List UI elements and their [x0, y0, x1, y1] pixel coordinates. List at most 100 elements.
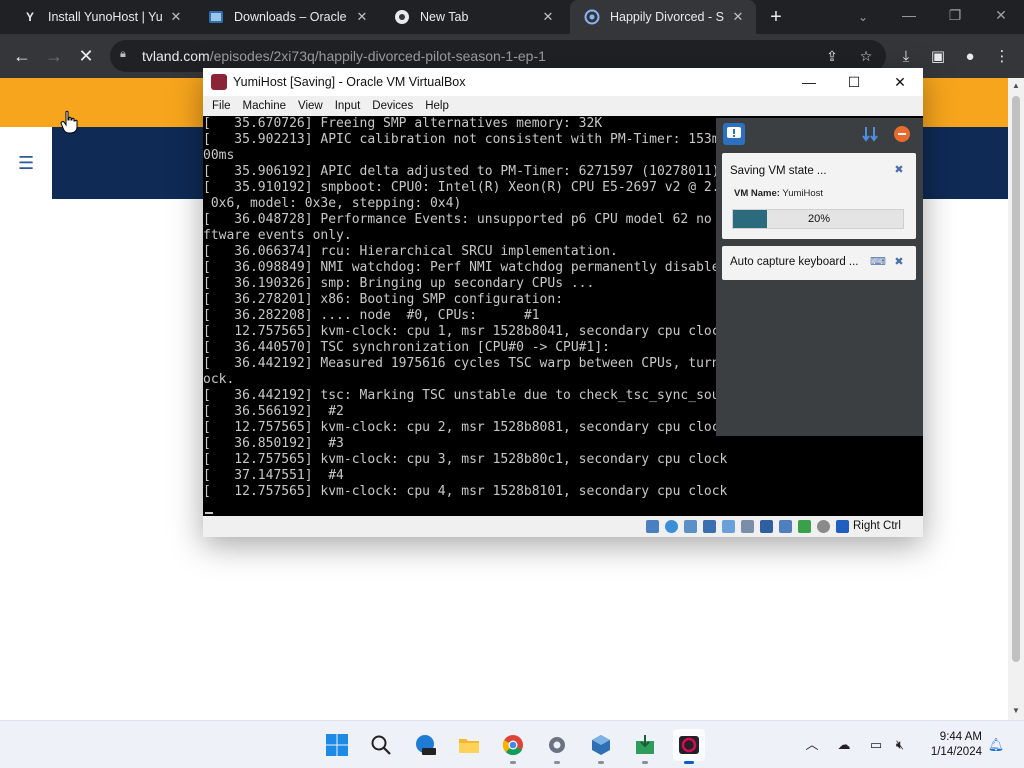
tab-title: Downloads – Oracle V [234, 10, 348, 24]
bookmark-star-icon[interactable]: ☆ [856, 46, 876, 66]
scroll-up-icon[interactable]: ▲ [1011, 81, 1021, 91]
virtualbox-icon [208, 9, 224, 25]
volume-muted-icon[interactable]: 🔇︎ [890, 735, 910, 755]
vm-window-taskbar-icon[interactable] [673, 729, 705, 764]
virtualbox-taskbar-icon[interactable] [585, 729, 617, 764]
host-key-label: Right Ctrl [853, 520, 901, 532]
vt-x-icon[interactable] [798, 520, 811, 533]
keyboard-capture-icon[interactable]: ⌨ [870, 255, 886, 269]
save-progress-bar: 20% [732, 209, 904, 229]
chrome-taskbar-icon[interactable] [497, 729, 529, 764]
display-icon[interactable] [760, 520, 773, 533]
vbox-menu-bar: File Machine View Input Devices Help [203, 96, 923, 116]
page-scrollbar[interactable]: ▲ ▼ [1008, 78, 1024, 720]
restore-icon[interactable]: ❐ [932, 0, 978, 30]
shared-folders-icon[interactable] [741, 520, 754, 533]
running-indicator [510, 761, 516, 764]
tab-downloads-oracle[interactable]: Downloads – Oracle V ✕ [194, 0, 380, 34]
auto-capture-keyboard-notification: Auto capture keyboard ... ⌨ ✖ [722, 246, 916, 280]
vbox-minimize-icon[interactable]: — [786, 68, 832, 96]
vm-name-value: YumiHost [782, 188, 824, 199]
edge-dev-icon[interactable] [409, 729, 441, 761]
close-notification-icon[interactable]: ✖ [892, 255, 906, 269]
profile-icon[interactable]: ● [959, 46, 981, 68]
vbox-window-title: YumiHost [Saving] - Oracle VM VirtualBox [233, 75, 466, 89]
show-hidden-icons-icon[interactable]: ︿ [802, 735, 822, 755]
hard-disk-icon[interactable] [665, 520, 678, 533]
menu-help[interactable]: Help [425, 100, 449, 112]
tab-title: Install YunoHost | Yuno [48, 10, 162, 24]
new-tab-button[interactable]: + [764, 6, 788, 28]
chrome-icon [394, 9, 410, 25]
url-text: tvland.com/episodes/2xi73q/happily-divor… [142, 48, 546, 64]
chrome-menu-icon[interactable]: ⋮ [991, 46, 1013, 68]
menu-machine[interactable]: Machine [243, 100, 286, 112]
notification-center-icon[interactable] [723, 123, 745, 145]
tab-search-icon[interactable]: ⌄ [852, 6, 874, 28]
console-cursor [205, 512, 213, 514]
network-icon[interactable] [703, 520, 716, 533]
tab-title: New Tab [420, 10, 469, 24]
close-tab-icon[interactable]: ✕ [730, 9, 746, 25]
browser-tab-strip: Y Install YunoHost | Yuno ✕ Downloads – … [0, 0, 1024, 34]
vbox-maximize-icon[interactable]: ☐ [831, 68, 877, 96]
downloads-icon[interactable]: ⤓ [895, 46, 917, 68]
close-tab-icon[interactable]: ✕ [168, 9, 184, 25]
forward-icon[interactable]: → [40, 42, 68, 70]
notifications-bell-icon[interactable]: 🔔︎ [986, 735, 1006, 755]
share-icon[interactable]: ⇪ [822, 46, 842, 66]
app-installer-icon[interactable] [629, 729, 661, 764]
recording-icon[interactable] [779, 520, 792, 533]
system-clock[interactable]: 9:44 AM 1/14/2024 [918, 730, 982, 760]
tab-install-yunohost[interactable]: Y Install YunoHost | Yuno ✕ [8, 0, 194, 34]
close-tab-icon[interactable]: ✕ [540, 9, 556, 25]
start-icon[interactable] [321, 729, 353, 761]
usb-icon[interactable] [722, 520, 735, 533]
saving-notification-title: Saving VM state ... [730, 165, 827, 177]
mouse-integration-icon[interactable] [817, 520, 830, 533]
menu-devices[interactable]: Devices [372, 100, 413, 112]
clear-all-icon[interactable] [891, 123, 913, 145]
audio-icon[interactable] [684, 520, 697, 533]
running-indicator [554, 761, 560, 764]
hamburger-menu-icon[interactable]: ☰ [18, 153, 34, 174]
menu-view[interactable]: View [298, 100, 323, 112]
side-panel-icon[interactable]: ▣ [927, 46, 949, 68]
desktop: Y Install YunoHost | Yuno ✕ Downloads – … [0, 0, 1024, 768]
hand-cursor-icon [60, 110, 78, 134]
clock-date: 1/14/2024 [930, 746, 982, 758]
tab-title: Happily Divorced - Sea [610, 10, 724, 24]
tab-happily-divorced[interactable]: Happily Divorced - Sea ✕ [570, 0, 756, 34]
tab-new-tab[interactable]: New Tab ✕ [380, 0, 566, 34]
active-indicator [684, 761, 694, 764]
vm-name-label: VM Name: [734, 188, 780, 199]
vbox-close-icon[interactable]: ✕ [877, 68, 923, 96]
close-tab-icon[interactable]: ✕ [354, 9, 370, 25]
vbox-status-bar: Right Ctrl [203, 516, 923, 537]
search-icon[interactable] [365, 729, 397, 761]
host-key-icon[interactable] [836, 520, 849, 533]
display-tray-icon[interactable]: ▭ [866, 735, 886, 755]
scrollbar-thumb[interactable] [1012, 96, 1020, 662]
onedrive-icon[interactable]: ☁ [834, 735, 854, 755]
stop-loading-icon[interactable]: ✕ [72, 42, 100, 70]
close-notification-icon[interactable]: ✖ [892, 163, 906, 177]
sort-icon[interactable] [860, 123, 882, 145]
debian-icon [211, 74, 227, 90]
running-indicator [598, 761, 604, 764]
file-explorer-icon[interactable] [453, 729, 485, 761]
lock-icon[interactable]: 🔒︎ [120, 48, 134, 62]
clock-time: 9:44 AM [939, 731, 982, 743]
optical-drive-icon[interactable] [646, 520, 659, 533]
menu-file[interactable]: File [212, 100, 231, 112]
minimize-icon[interactable]: — [886, 0, 932, 30]
scroll-down-icon[interactable]: ▼ [1011, 706, 1021, 716]
close-window-icon[interactable]: ✕ [978, 0, 1024, 30]
vbox-title-bar[interactable]: YumiHost [Saving] - Oracle VM VirtualBox… [203, 68, 923, 96]
menu-input[interactable]: Input [335, 100, 361, 112]
saving-vm-notification: Saving VM state ... ✖ VM Name: YumiHost … [722, 153, 916, 239]
keyboard-notification-title: Auto capture keyboard ... [730, 256, 859, 268]
settings-icon[interactable] [541, 729, 573, 764]
back-icon[interactable]: ← [8, 42, 36, 70]
tvland-icon [584, 9, 600, 25]
